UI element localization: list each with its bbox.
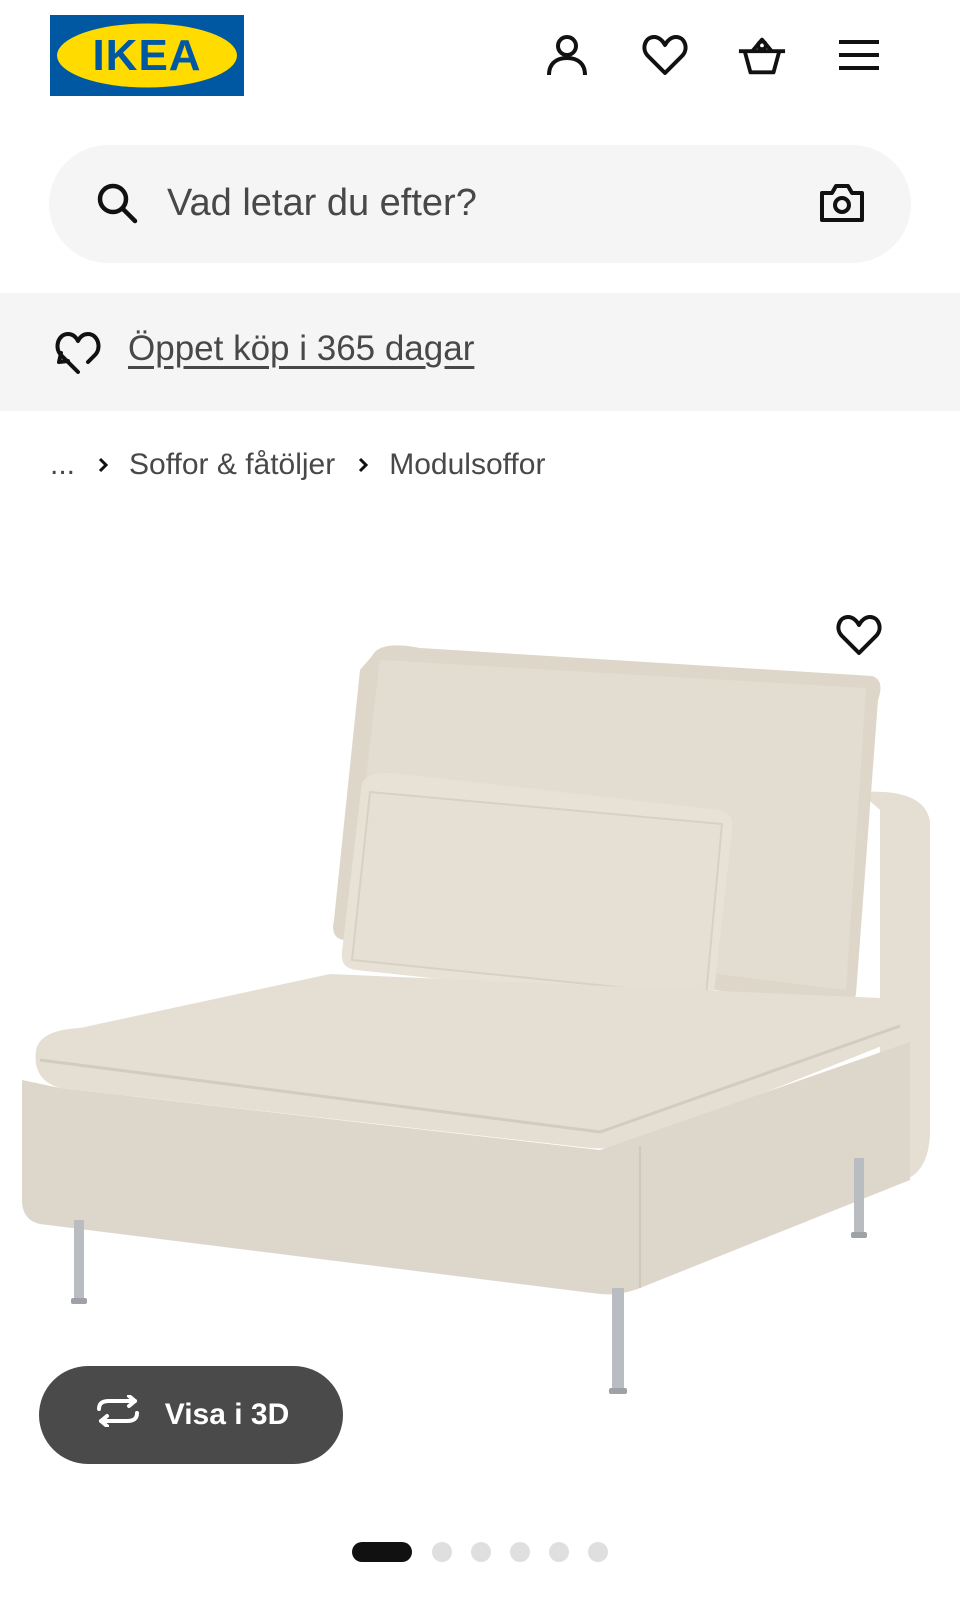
favorite-heart-icon[interactable]	[836, 614, 882, 661]
gallery-dot[interactable]	[432, 1542, 452, 1562]
gallery-dot[interactable]	[510, 1542, 530, 1562]
chevron-right-icon	[97, 456, 109, 474]
gallery-dot[interactable]	[549, 1542, 569, 1562]
site-header: IKEA	[0, 0, 960, 120]
camera-icon[interactable]	[819, 183, 865, 228]
open-purchase-link[interactable]: Öppet köp i 365 dagar	[128, 327, 474, 371]
view-3d-label: Visa i 3D	[164, 1398, 290, 1431]
view-3d-button[interactable]: Visa i 3D	[39, 1366, 343, 1464]
logo-text: IKEA	[92, 31, 201, 80]
rotate-3d-icon	[93, 1394, 143, 1435]
breadcrumb: ... Soffor & fåtöljer Modulsoffor	[50, 443, 545, 487]
breadcrumb-ellipsis[interactable]: ...	[50, 448, 75, 482]
search-input[interactable]: Vad letar du efter?	[167, 179, 477, 227]
ikea-logo[interactable]: IKEA	[50, 15, 244, 96]
search-icon	[95, 181, 139, 230]
product-image[interactable]	[0, 560, 960, 1420]
account-icon[interactable]	[542, 30, 592, 80]
gallery-pagination	[352, 1542, 627, 1562]
gallery-dot[interactable]	[588, 1542, 608, 1562]
menu-icon[interactable]	[834, 30, 884, 80]
gallery-dot[interactable]	[471, 1542, 491, 1562]
chevron-right-icon	[357, 456, 369, 474]
heart-return-icon	[53, 329, 103, 380]
gallery-dot-active[interactable]	[352, 1542, 412, 1562]
search-bar[interactable]: Vad letar du efter?	[49, 145, 911, 263]
breadcrumb-modular-sofas[interactable]: Modulsoffor	[389, 448, 545, 482]
basket-icon[interactable]	[737, 30, 787, 80]
promo-banner: Öppet köp i 365 dagar	[0, 293, 960, 411]
heart-icon[interactable]	[640, 30, 690, 80]
breadcrumb-sofas[interactable]: Soffor & fåtöljer	[129, 448, 335, 482]
